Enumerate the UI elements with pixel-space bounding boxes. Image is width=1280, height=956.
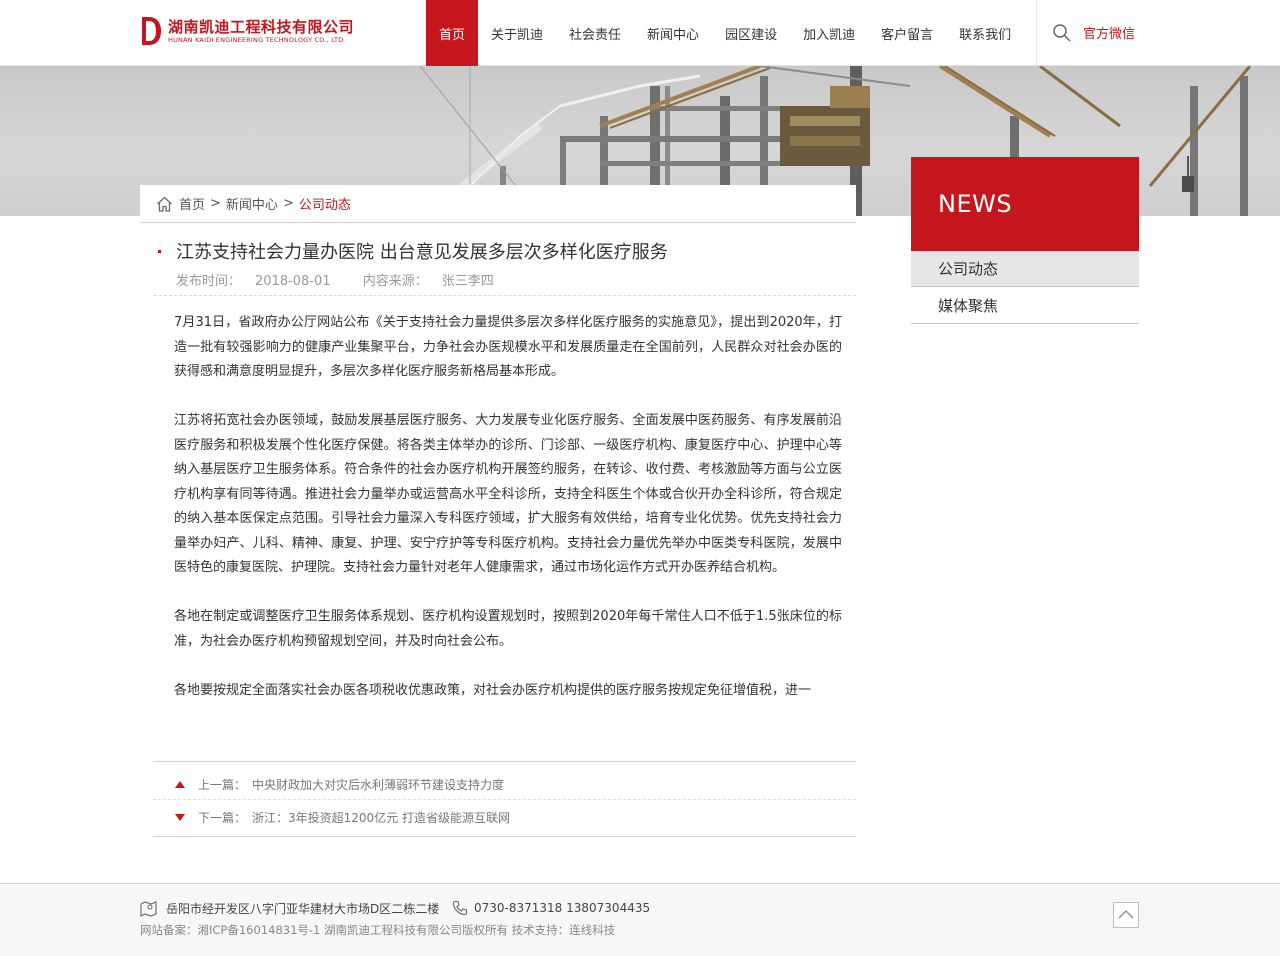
footer-phone-text: 0730-8371318 13807304435 — [474, 901, 651, 915]
home-icon — [156, 196, 173, 212]
divider — [153, 799, 856, 800]
nav-item-feedback[interactable]: 客户留言 — [868, 0, 946, 66]
prev-title[interactable]: 中央财政加大对灾后水利薄弱环节建设支持力度 — [252, 776, 504, 793]
wechat-link[interactable]: 官方微信 — [1083, 23, 1135, 42]
nav-item-contact[interactable]: 联系我们 — [946, 0, 1024, 66]
site-header: 湖南凯迪工程科技有限公司 HUNAN KAIDI ENGINEERING TEC… — [0, 0, 1280, 66]
logo-company-name: 湖南凯迪工程科技有限公司 — [168, 17, 355, 36]
nav-divider — [1036, 0, 1037, 66]
sidebar-item-media-focus[interactable]: 媒体聚焦 — [911, 288, 1139, 324]
article-paragraph: 各地要按规定全面落实社会办医各项税收优惠政策，对社会办医疗机构提供的医疗服务按规… — [174, 682, 812, 698]
publish-date: 发布时间： 2018-08-01 — [176, 274, 345, 289]
divider — [153, 761, 856, 762]
breadcrumb-separator: > — [210, 196, 221, 211]
search-icon[interactable] — [1052, 23, 1072, 43]
footer-address-text: 岳阳市经开发区八字门亚华建材大市场D区二栋二楼 — [166, 902, 440, 916]
phone-icon — [452, 900, 468, 916]
main-nav: 首页 关于凯迪 社会责任 新闻中心 园区建设 加入凯迪 客户留言 联系我们 — [426, 0, 1024, 66]
article-title-text: 江苏支持社会力量办医院 出台意见发展多层次多样化医疗服务 — [176, 242, 668, 263]
chevron-up-icon — [1118, 910, 1134, 919]
breadcrumb: 首页 > 新闻中心 > 公司动态 — [140, 185, 856, 223]
footer-phone: 0730-8371318 13807304435 — [452, 900, 650, 916]
nav-item-news[interactable]: 新闻中心 — [634, 0, 712, 66]
article-paragraph: 各地在制定或调整医疗卫生服务体系规划、医疗机构设置规划时，按照到2020年每千常… — [174, 609, 842, 649]
nav-item-park[interactable]: 园区建设 — [712, 0, 790, 66]
footer-copyright: 网站备案：湘ICP备16014831号-1 湖南凯迪工程科技有限公司版权所有 技… — [140, 923, 616, 937]
site-footer: 岳阳市经开发区八字门亚华建材大市场D区二栋二楼 0730-8371318 138… — [0, 883, 1280, 956]
footer-address: 岳阳市经开发区八字门亚华建材大市场D区二栋二楼 — [140, 900, 439, 917]
breadcrumb-home[interactable]: 首页 — [179, 194, 205, 213]
logo-company-name-en: HUNAN KAIDI ENGINEERING TECHNOLOGY CO., … — [168, 35, 344, 44]
article-paragraph: 江苏将拓宽社会办医领域，鼓励发展基层医疗服务、大力发展专业化医疗服务、全面发展中… — [174, 413, 842, 575]
nav-item-about[interactable]: 关于凯迪 — [478, 0, 556, 66]
breadcrumb-current[interactable]: 公司动态 — [299, 194, 351, 213]
article-body: 7月31日，省政府办公厅网站公布《关于支持社会力量提供多层次多样化医疗服务的实施… — [174, 311, 842, 731]
nav-item-join[interactable]: 加入凯迪 — [790, 0, 868, 66]
sidebar-item-company-news[interactable]: 公司动态 — [911, 251, 1139, 287]
nav-item-home[interactable]: 首页 — [426, 0, 479, 66]
article-paragraph: 7月31日，省政府办公厅网站公布《关于支持社会力量提供多层次多样化医疗服务的实施… — [174, 315, 842, 379]
breadcrumb-news[interactable]: 新闻中心 — [226, 194, 278, 213]
publish-date-label: 发布时间： — [176, 274, 242, 289]
divider — [153, 836, 856, 837]
title-bullet-icon — [158, 249, 161, 253]
content-source-value: 张三李四 — [441, 274, 494, 289]
next-article-link[interactable]: 下一篇： 浙江：3年投资超1200亿元 打造省级能源互联网 — [175, 809, 510, 826]
map-pin-icon — [140, 900, 157, 917]
logo-d-icon — [140, 16, 162, 46]
meta-divider — [154, 295, 856, 296]
back-to-top-button[interactable] — [1113, 902, 1139, 928]
breadcrumb-separator: > — [282, 196, 294, 211]
arrow-down-icon — [175, 814, 185, 821]
content-source-label: 内容来源： — [362, 274, 428, 289]
sidebar-heading: NEWS — [911, 157, 1139, 251]
arrow-up-icon — [175, 781, 185, 788]
prev-label: 上一篇： — [198, 778, 247, 792]
next-label: 下一篇： — [198, 811, 247, 825]
logo[interactable]: 湖南凯迪工程科技有限公司 HUNAN KAIDI ENGINEERING TEC… — [140, 16, 354, 46]
content-source: 内容来源： 张三李四 — [363, 274, 508, 289]
article-meta: 发布时间： 2018-08-01 内容来源： 张三李四 — [176, 270, 522, 289]
article-title: 江苏支持社会力量办医院 出台意见发展多层次多样化医疗服务 — [158, 238, 858, 264]
next-title[interactable]: 浙江：3年投资超1200亿元 打造省级能源互联网 — [252, 809, 510, 826]
nav-item-social-responsibility[interactable]: 社会责任 — [556, 0, 634, 66]
publish-date-value: 2018-08-01 — [255, 274, 331, 289]
prev-article-link[interactable]: 上一篇： 中央财政加大对灾后水利薄弱环节建设支持力度 — [175, 776, 504, 793]
